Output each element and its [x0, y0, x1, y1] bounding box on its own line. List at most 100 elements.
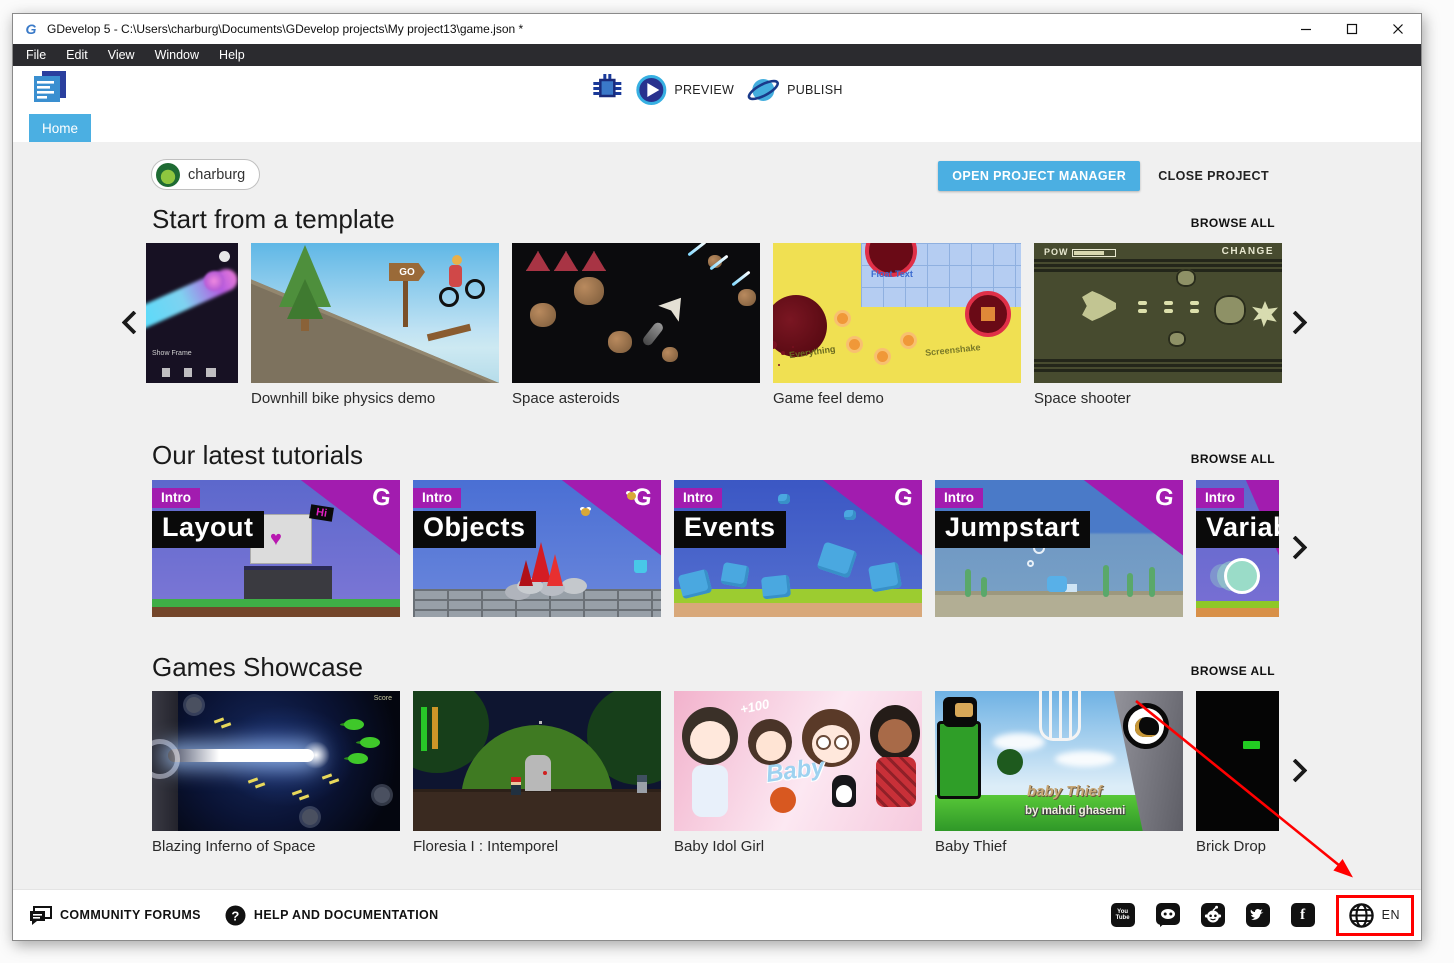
tab-home[interactable]: Home [29, 114, 91, 142]
templates-right-arrow[interactable] [1283, 310, 1307, 334]
discord-icon[interactable] [1156, 903, 1180, 927]
menu-view[interactable]: View [98, 44, 145, 66]
pow-label: POW [1044, 247, 1069, 257]
showcase-caption[interactable]: Baby Idol Girl [674, 838, 922, 855]
showcase-right-arrow[interactable] [1283, 758, 1307, 782]
showcase-card-baby-idol-girl[interactable]: +100 Baby [674, 691, 922, 831]
showcase-card-blazing-inferno[interactable]: Score [152, 691, 400, 831]
showcase-card-floresia[interactable] [413, 691, 661, 831]
reddit-icon[interactable] [1201, 903, 1225, 927]
community-forums-button[interactable]: COMMUNITY FORUMS [29, 906, 201, 925]
menu-file[interactable]: File [13, 44, 56, 66]
template-caption[interactable]: Downhill bike physics demo [251, 390, 499, 407]
showcase-card-baby-thief[interactable]: baby Thief by mahdi ghasemi [935, 691, 1183, 831]
publish-button[interactable]: PUBLISH [746, 74, 843, 106]
tutorials-row: G ♥ Hi Intro Layout G [152, 480, 1279, 617]
preview-label: PREVIEW [674, 83, 734, 97]
art [1176, 269, 1196, 287]
art [1243, 741, 1260, 749]
close-button[interactable] [1375, 14, 1421, 44]
chat-icon [29, 906, 52, 925]
template-card-downhill-bike[interactable]: GO [251, 243, 499, 383]
art [937, 721, 981, 799]
showcase-caption[interactable]: Brick Drop [1196, 838, 1421, 855]
art [449, 265, 462, 287]
screenshake-label: Screenshake [925, 342, 981, 358]
art [1034, 259, 1282, 273]
art [1252, 301, 1278, 327]
tutorial-card-objects[interactable]: G Intro Objects [413, 480, 661, 617]
art [543, 771, 547, 775]
score-label: Score [374, 695, 392, 702]
menu-help[interactable]: Help [209, 44, 255, 66]
art [1149, 567, 1155, 597]
carousel-left-arrow[interactable] [121, 310, 145, 334]
browse-all-tutorials[interactable]: BROWSE ALL [1191, 452, 1275, 466]
username: charburg [188, 167, 245, 183]
help-documentation-button[interactable]: ? HELP AND DOCUMENTATION [225, 905, 439, 926]
art [146, 266, 238, 339]
art [374, 787, 390, 803]
art [1190, 301, 1199, 305]
art [756, 731, 786, 761]
art [465, 279, 485, 299]
youtube-icon[interactable]: YouTube [1111, 903, 1135, 927]
art [662, 347, 678, 362]
language-selector[interactable]: EN [1336, 895, 1414, 936]
menu-edit[interactable]: Edit [56, 44, 98, 66]
youtube-glyph: YouTube [1116, 909, 1130, 922]
art [432, 707, 438, 749]
showcase-caption[interactable]: Baby Thief [935, 838, 1183, 855]
preview-button[interactable]: PREVIEW [635, 74, 734, 106]
art [903, 335, 914, 346]
maximize-button[interactable] [1329, 14, 1375, 44]
info-icon [219, 251, 230, 262]
help-icon: ? [225, 905, 246, 926]
art [152, 599, 400, 617]
art [1074, 251, 1104, 255]
debugger-button[interactable] [591, 72, 623, 109]
tutorial-tag: Intro [1196, 488, 1244, 508]
tutorial-card-variables-partial[interactable]: +1 Intro Variables [1196, 480, 1279, 617]
titlebar[interactable]: G GDevelop 5 - C:\Users\charburg\Documen… [13, 14, 1421, 44]
menu-window[interactable]: Window [145, 44, 209, 66]
open-project-manager-button[interactable]: OPEN PROJECT MANAGER [938, 161, 1140, 191]
templates-row: Show Frame GO [146, 243, 1282, 383]
project-manager-button[interactable] [31, 70, 69, 111]
tutorials-right-arrow[interactable] [1283, 535, 1307, 559]
showcase-caption[interactable]: Blazing Inferno of Space [152, 838, 400, 855]
twitter-icon[interactable] [1246, 903, 1270, 927]
art [413, 589, 661, 617]
browse-all-templates[interactable]: BROWSE ALL [1191, 216, 1275, 230]
facebook-icon[interactable]: f [1291, 903, 1315, 927]
showcase-caption[interactable]: Floresia I : Intemporel [413, 838, 661, 855]
template-card-partial[interactable]: Show Frame [146, 243, 238, 383]
art [1047, 576, 1067, 592]
minimize-button[interactable] [1283, 14, 1329, 44]
template-caption[interactable]: Game feel demo [773, 390, 1021, 407]
art [186, 697, 202, 713]
tutorial-card-events[interactable]: G Intro Events [674, 480, 922, 617]
art [834, 735, 849, 750]
close-project-button[interactable]: CLOSE PROJECT [1152, 161, 1275, 191]
template-card-game-feel[interactable]: Float Text Everything Screenshake [773, 243, 1021, 383]
template-caption[interactable]: Space asteroids [512, 390, 760, 407]
tutorial-card-jumpstart[interactable]: G Intro Jumpstart [935, 480, 1183, 617]
showcase-card-brick-drop-partial[interactable] [1196, 691, 1279, 831]
art [1027, 560, 1034, 567]
template-caption[interactable]: Space shooter [1034, 390, 1282, 407]
user-chip[interactable]: charburg [151, 159, 260, 190]
community-forums-label: COMMUNITY FORUMS [60, 908, 201, 922]
tutorial-card-layout[interactable]: G ♥ Hi Intro Layout [152, 480, 400, 617]
template-card-space-shooter[interactable]: POW CHANGE [1034, 243, 1282, 383]
art [634, 562, 647, 573]
browse-all-showcase[interactable]: BROWSE ALL [1191, 664, 1275, 678]
art [1214, 295, 1246, 325]
art [878, 719, 912, 753]
art [421, 707, 427, 751]
tutorial-tag: Intro [674, 488, 722, 508]
art [690, 721, 730, 759]
art [1168, 331, 1186, 347]
template-card-space-asteroids[interactable] [512, 243, 760, 383]
art [674, 603, 922, 617]
